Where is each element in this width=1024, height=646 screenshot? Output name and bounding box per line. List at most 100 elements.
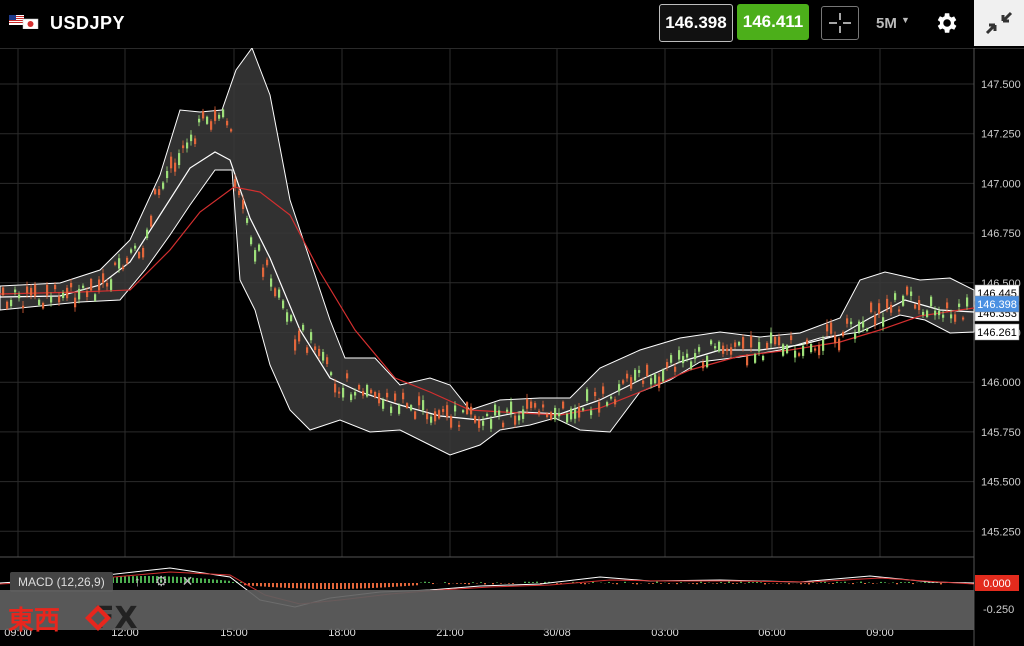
candle-body bbox=[10, 299, 13, 307]
candle-body bbox=[530, 401, 533, 408]
macd-histogram-bar bbox=[368, 583, 370, 589]
candle-body bbox=[850, 321, 853, 325]
candle-body bbox=[122, 266, 125, 270]
macd-histogram-bar bbox=[832, 583, 834, 584]
candle-body bbox=[962, 317, 965, 320]
candle-body bbox=[6, 301, 9, 309]
macd-histogram-bar bbox=[292, 583, 294, 589]
candle-body bbox=[106, 282, 109, 287]
candle-body bbox=[690, 361, 693, 369]
collapse-arrows-icon bbox=[985, 11, 1013, 35]
candle-body bbox=[258, 244, 261, 251]
macd-histogram-bar bbox=[756, 581, 758, 583]
candle-body bbox=[266, 259, 269, 266]
timeframe-dropdown[interactable]: 5M ▼ bbox=[876, 15, 910, 32]
candle-body bbox=[794, 350, 797, 358]
price-tick-label: 145.750 bbox=[981, 427, 1021, 439]
candle-body bbox=[294, 339, 297, 351]
macd-histogram-bar bbox=[512, 583, 514, 584]
candle-body bbox=[454, 405, 457, 412]
candle-body bbox=[622, 380, 625, 384]
macd-histogram-bar bbox=[428, 582, 430, 583]
macd-histogram-bar bbox=[296, 583, 298, 589]
candle-body bbox=[434, 411, 437, 422]
candle-body bbox=[906, 286, 909, 295]
macd-histogram-bar bbox=[216, 579, 218, 583]
close-icon[interactable]: ✕ bbox=[182, 573, 194, 590]
macd-histogram-bar bbox=[120, 576, 122, 583]
candle-body bbox=[798, 353, 801, 356]
candle-body bbox=[242, 199, 245, 210]
macd-histogram-bar bbox=[228, 580, 230, 583]
brand-kanji: 東西 bbox=[8, 605, 61, 636]
candle-body bbox=[22, 305, 25, 309]
candle-body bbox=[586, 389, 589, 402]
macd-histogram-bar bbox=[864, 583, 866, 584]
candle-body bbox=[766, 342, 769, 349]
candle-body bbox=[70, 282, 73, 288]
macd-histogram-bar bbox=[372, 583, 374, 588]
candle-body bbox=[830, 322, 833, 334]
move-up-icon[interactable]: ↑ bbox=[134, 573, 141, 590]
macd-histogram-bar bbox=[788, 583, 790, 585]
macd-histogram-bar bbox=[896, 583, 898, 585]
candle-body bbox=[698, 347, 701, 352]
macd-histogram-bar bbox=[536, 581, 538, 583]
candle-body bbox=[922, 312, 925, 316]
chevron-down-icon: ▼ bbox=[901, 15, 910, 25]
gear-icon[interactable]: ⚙ bbox=[155, 573, 168, 590]
macd-histogram-bar bbox=[308, 583, 310, 589]
candle-body bbox=[298, 330, 301, 342]
symbol-title[interactable]: USDJPY bbox=[50, 13, 125, 34]
macd-histogram-bar bbox=[272, 583, 274, 588]
macd-histogram-bar bbox=[760, 582, 762, 583]
macd-histogram-bar bbox=[616, 583, 618, 585]
candle-body bbox=[774, 336, 777, 345]
sell-price-button[interactable]: 146.398 bbox=[659, 4, 733, 42]
macd-histogram-bar bbox=[208, 579, 210, 583]
candle-body bbox=[886, 298, 889, 309]
candle-body bbox=[310, 332, 313, 341]
gear-icon[interactable] bbox=[933, 10, 959, 36]
candle-body bbox=[866, 328, 869, 332]
candle-body bbox=[146, 229, 149, 239]
buy-price-button[interactable]: 146.411 bbox=[737, 4, 809, 40]
collapse-fullscreen-button[interactable] bbox=[974, 0, 1024, 46]
macd-histogram-bar bbox=[728, 581, 730, 583]
price-chart[interactable]: 147.500147.250147.000146.750146.500146.2… bbox=[0, 48, 1024, 646]
candle-body bbox=[402, 392, 405, 400]
candle-body bbox=[570, 408, 573, 420]
macd-histogram-bar bbox=[524, 581, 526, 583]
macd-histogram-bar bbox=[844, 581, 846, 583]
candle-body bbox=[2, 287, 5, 296]
macd-histogram-bar bbox=[204, 578, 206, 583]
macd-histogram-bar bbox=[732, 583, 734, 584]
candle-body bbox=[126, 257, 129, 264]
macd-histogram-bar bbox=[480, 582, 482, 583]
candle-body bbox=[926, 310, 929, 318]
candle-body bbox=[534, 403, 537, 408]
candle-body bbox=[278, 289, 281, 298]
candle-body bbox=[482, 420, 485, 426]
macd-histogram-bar bbox=[316, 583, 318, 589]
candle-body bbox=[478, 420, 481, 428]
crosshair-button[interactable] bbox=[821, 6, 859, 40]
candle-body bbox=[186, 142, 189, 149]
candle-body bbox=[834, 335, 837, 344]
macd-indicator-label[interactable]: MACD (12,26,9) bbox=[10, 572, 113, 592]
macd-histogram-bar bbox=[360, 583, 362, 589]
macd-histogram-bar bbox=[648, 583, 650, 584]
macd-controls: ↑ ⚙ ✕ bbox=[134, 573, 193, 590]
candle-body bbox=[738, 341, 741, 346]
candle-body bbox=[178, 153, 181, 165]
macd-histogram-bar bbox=[884, 582, 886, 583]
candle-body bbox=[142, 247, 145, 258]
macd-histogram-bar bbox=[472, 582, 474, 583]
candle-body bbox=[590, 410, 593, 416]
macd-histogram-bar bbox=[500, 583, 502, 584]
macd-histogram-bar bbox=[392, 583, 394, 587]
macd-histogram-bar bbox=[376, 583, 378, 588]
candle-body bbox=[470, 406, 473, 415]
macd-histogram-bar bbox=[764, 583, 766, 585]
candle-body bbox=[26, 286, 29, 293]
